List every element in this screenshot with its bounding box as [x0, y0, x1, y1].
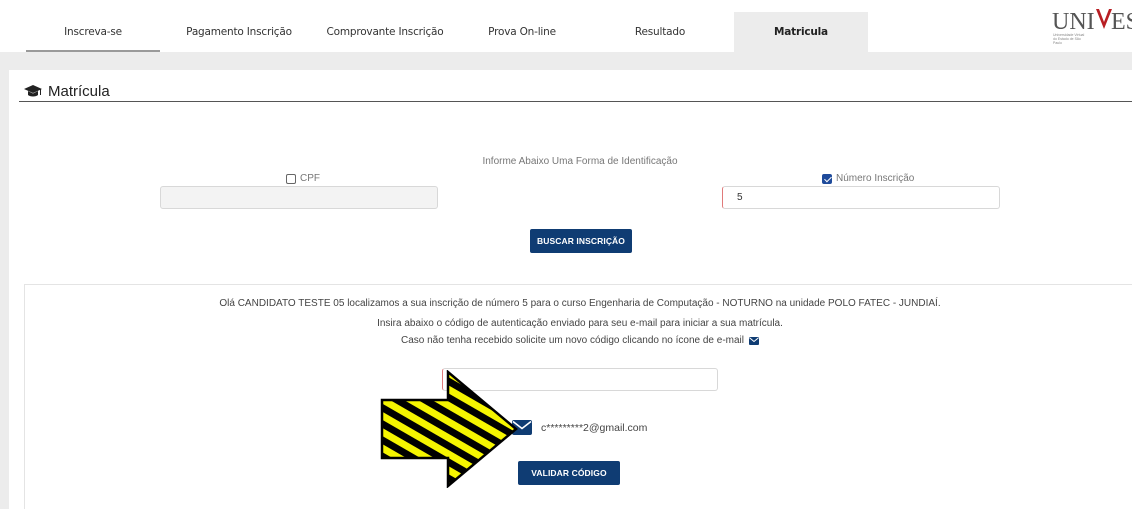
numero-inscricao-checkbox[interactable] [822, 173, 832, 184]
resend-hint: Caso não tenha recebido solicite um novo… [0, 335, 1132, 346]
left-rail [0, 70, 9, 509]
tab-matricula[interactable]: Matricula [734, 12, 868, 52]
numero-inscricao-input[interactable]: 5 [722, 186, 1000, 209]
cpf-label: CPF [300, 173, 320, 184]
resend-mail-icon[interactable] [749, 336, 759, 345]
tab-inscreva-se[interactable]: Inscreva-se [26, 12, 160, 52]
tab-prova-online[interactable]: Prova On-line [460, 12, 584, 52]
validar-codigo-button[interactable]: VALIDAR CÓDIGO [518, 461, 620, 485]
svg-text:ESP: ESP [1111, 9, 1132, 35]
tab-pagamento-inscricao[interactable]: Pagamento Inscrição [166, 12, 312, 52]
numero-inscricao-option[interactable]: Número Inscrição [822, 173, 914, 184]
page-title: Matrícula [24, 83, 110, 100]
buscar-inscricao-button[interactable]: BUSCAR INSCRIÇÃO [530, 229, 632, 253]
annotation-arrow-icon [380, 370, 518, 488]
masked-email: c*********2@gmail.com [541, 421, 648, 434]
svg-text:UNI: UNI [1052, 9, 1095, 35]
numero-inscricao-label: Número Inscrição [836, 173, 915, 184]
title-divider [19, 101, 1132, 102]
page-title-text: Matrícula [48, 83, 110, 100]
instruction-text: Insira abaixo o código de autenticação e… [377, 318, 783, 329]
logo-subtitle: Universidade Virtual do Estado de São Pa… [1053, 33, 1085, 45]
header-band [0, 52, 1132, 70]
resend-hint-text: Caso não tenha recebido solicite um novo… [401, 335, 744, 346]
top-nav: Inscreva-se Pagamento Inscrição Comprova… [0, 0, 1132, 52]
tab-resultado[interactable]: Resultado [590, 12, 730, 52]
cpf-option[interactable]: CPF [286, 173, 320, 184]
greeting-text: Olá CANDIDATO TESTE 05 localizamos a sua… [219, 298, 941, 309]
cpf-input[interactable] [160, 186, 438, 209]
identification-prompt: Informe Abaixo Uma Forma de Identificaçã… [482, 156, 678, 167]
graduation-cap-icon [24, 85, 42, 97]
tab-comprovante-inscricao[interactable]: Comprovante Inscrição [314, 12, 456, 52]
email-row: c*********2@gmail.com [512, 420, 647, 435]
univesp-logo[interactable]: UNI ESP Universidade Virtual do Estado d… [1052, 6, 1132, 45]
cpf-checkbox[interactable] [286, 173, 296, 184]
